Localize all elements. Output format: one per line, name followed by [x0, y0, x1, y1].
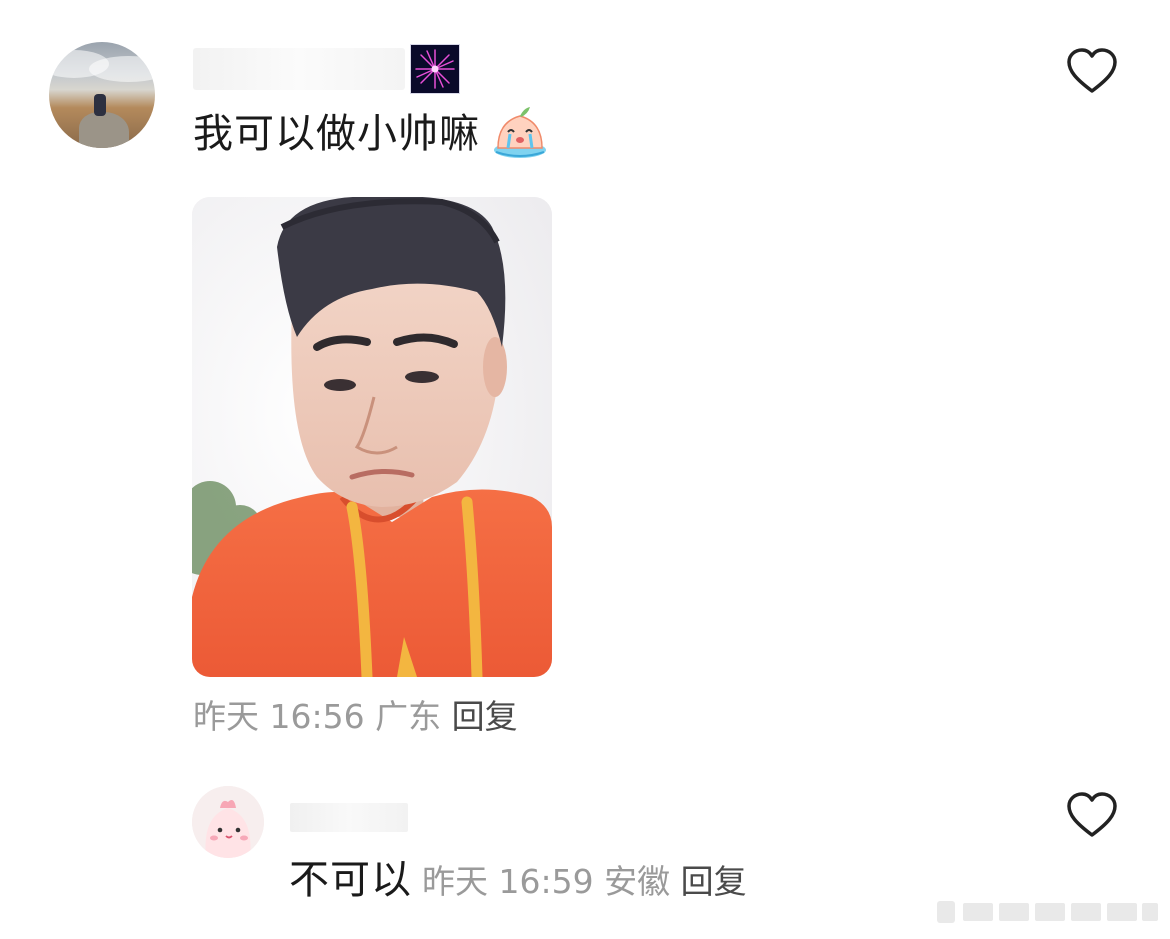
replier-avatar[interactable]	[192, 786, 264, 858]
comment-photo[interactable]	[192, 197, 552, 677]
comment-text: 我可以做小帅嘛	[193, 111, 480, 157]
reply-button[interactable]: 回复	[452, 697, 518, 736]
reply-time: 昨天 16:59	[422, 862, 594, 901]
reply-text: 不可以	[289, 857, 412, 903]
watermark-image	[937, 901, 1158, 923]
fireworks-badge-icon	[410, 44, 460, 94]
comment-location: 广东	[375, 697, 442, 736]
like-heart-icon[interactable]	[1066, 791, 1118, 839]
like-heart-icon[interactable]	[1066, 47, 1118, 95]
replier-username-redacted[interactable]	[290, 803, 408, 832]
comment-time: 昨天 16:56	[193, 697, 365, 736]
reply-line: 不可以 昨天 16:59 安徽 回复	[289, 852, 747, 910]
reply-meta: 昨天 16:59 安徽 回复	[422, 862, 747, 901]
commenter-avatar[interactable]	[49, 42, 155, 148]
crying-peach-emoji	[494, 107, 546, 158]
comment-meta: 昨天 16:56 广东 回复	[193, 694, 518, 740]
username-redacted[interactable]	[193, 48, 405, 90]
reply-to-reply-button[interactable]: 回复	[681, 862, 747, 901]
reply-location: 安徽	[604, 862, 671, 901]
